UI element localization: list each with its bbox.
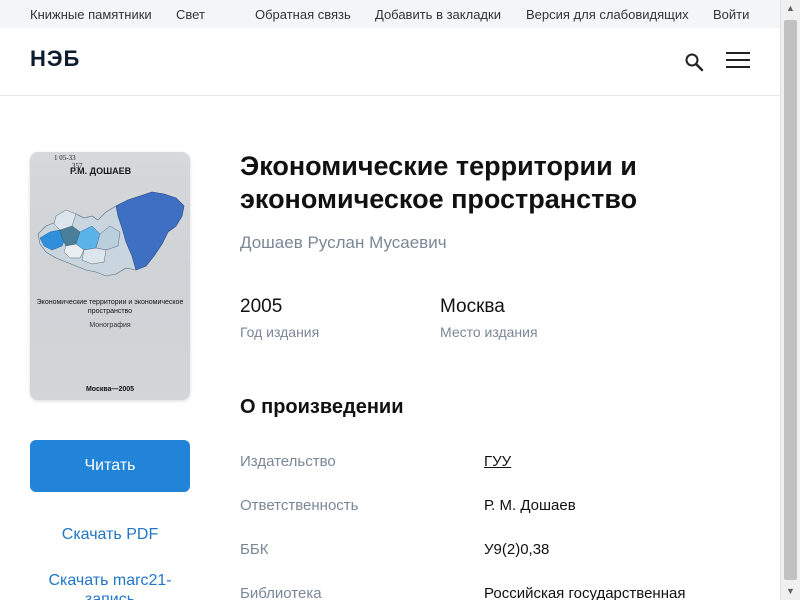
site-logo[interactable]: НЭБ <box>30 46 80 72</box>
topbar-link-book-monuments[interactable]: Книжные памятники <box>30 7 152 22</box>
publication-year-value: 2005 <box>240 296 283 317</box>
publication-year-label: Год издания <box>240 324 320 340</box>
bbk-value: У9(2)0,38 <box>484 541 550 558</box>
site-header: НЭБ <box>0 28 780 96</box>
download-pdf-link[interactable]: Скачать PDF <box>30 526 190 544</box>
topbar-link-accessibility[interactable]: Версия для слабовидящих <box>526 7 689 22</box>
library-label: Библиотека <box>240 585 322 600</box>
scroll-thumb[interactable] <box>784 20 797 580</box>
publisher-label: Издательство <box>240 453 336 470</box>
topbar-link-login[interactable]: Войти <box>713 7 749 22</box>
cover-map-russia <box>37 191 185 277</box>
search-icon[interactable] <box>684 52 706 74</box>
publication-place-label: Место издания <box>440 324 538 340</box>
responsibility-value: Р. М. Дошаев <box>484 497 576 514</box>
cover-title: Экономические территории и экономическое… <box>36 299 184 315</box>
bbk-label: ББК <box>240 541 269 558</box>
book-title: Экономические территории и экономическое… <box>240 151 638 214</box>
top-utility-bar: Книжные памятники Свет Обратная связь До… <box>0 0 780 28</box>
library-value: Российская государственная <box>484 585 686 600</box>
topbar-link-bookmark[interactable]: Добавить в закладки <box>375 7 501 22</box>
page-scrollbar[interactable]: ▲ ▼ <box>780 0 800 600</box>
publication-place-value: Москва <box>440 296 505 317</box>
hamburger-menu-icon[interactable] <box>726 52 750 72</box>
book-author[interactable]: Дошаев Руслан Мусаевич <box>240 233 447 253</box>
cover-subtitle: Монография <box>89 322 131 329</box>
cover-author: Р.М. ДОШАЕВ <box>70 166 132 176</box>
book-cover[interactable]: 1 05-33 357 Р.М. ДОШАЕВ Экономические те… <box>30 152 190 400</box>
about-section-title: О произведении <box>240 396 404 418</box>
scroll-down-arrow-icon[interactable]: ▼ <box>781 583 800 600</box>
publisher-link[interactable]: ГУУ <box>484 453 511 470</box>
responsibility-label: Ответственность <box>240 497 359 514</box>
scroll-up-arrow-icon[interactable]: ▲ <box>781 0 800 17</box>
cover-city-year: Москва—2005 <box>85 386 135 393</box>
download-marc21-link[interactable]: Скачать marc21-запись <box>30 571 190 600</box>
read-button[interactable]: Читать <box>30 440 190 492</box>
topbar-link-light[interactable]: Свет <box>176 7 205 22</box>
topbar-link-feedback[interactable]: Обратная связь <box>255 7 351 22</box>
